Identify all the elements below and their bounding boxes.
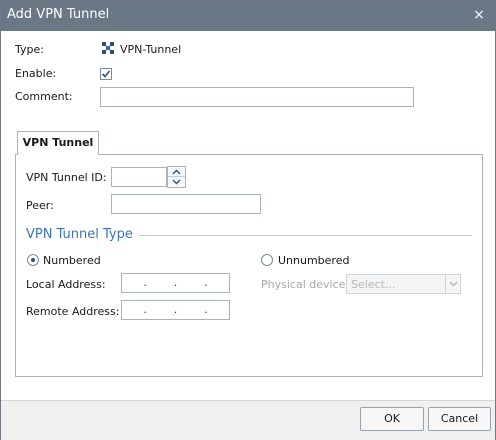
numbered-radio[interactable] xyxy=(27,254,39,266)
comment-label: Comment: xyxy=(15,90,73,103)
add-vpn-tunnel-dialog: Add VPN Tunnel × Type: VPN-Tunnel Enable… xyxy=(0,0,496,440)
chevron-up-icon[interactable] xyxy=(168,167,185,177)
close-icon[interactable]: × xyxy=(469,5,489,25)
physical-device-label: Physical device: xyxy=(261,278,350,291)
numbered-label[interactable]: Numbered xyxy=(43,254,101,267)
vpn-tunnel-id-label: VPN Tunnel ID: xyxy=(26,171,107,184)
physical-device-placeholder: Select... xyxy=(351,278,396,291)
unnumbered-label[interactable]: Unnumbered xyxy=(278,254,349,267)
enable-checkbox[interactable] xyxy=(100,68,112,80)
ip-separators: ... xyxy=(143,276,208,289)
local-address-label: Local Address: xyxy=(26,278,106,291)
chevron-down-icon xyxy=(445,275,460,293)
physical-device-select[interactable]: Select... xyxy=(346,274,461,294)
local-address-input[interactable]: ... xyxy=(121,273,230,293)
type-label: Type: xyxy=(15,43,44,56)
dialog-titlebar[interactable]: Add VPN Tunnel × xyxy=(1,1,495,31)
remote-address-input[interactable]: ... xyxy=(121,300,230,320)
remote-address-label: Remote Address: xyxy=(26,305,120,318)
vpn-tunnel-icon xyxy=(102,42,114,54)
unnumbered-radio[interactable] xyxy=(261,254,273,266)
tab-vpn-tunnel[interactable]: VPN Tunnel xyxy=(17,131,99,155)
chevron-down-icon[interactable] xyxy=(168,177,185,187)
peer-input[interactable] xyxy=(111,194,261,214)
peer-label: Peer: xyxy=(26,199,54,212)
vpn-tunnel-id-input[interactable] xyxy=(111,167,167,187)
radio-selected-dot xyxy=(31,258,35,262)
comment-input[interactable] xyxy=(100,87,414,107)
checkmark-icon xyxy=(101,70,111,78)
enable-label: Enable: xyxy=(15,67,57,80)
type-value: VPN-Tunnel xyxy=(120,43,182,56)
cancel-button[interactable]: Cancel xyxy=(428,407,491,431)
ok-button[interactable]: OK xyxy=(360,407,424,431)
vpn-tunnel-type-heading: VPN Tunnel Type xyxy=(26,227,133,242)
vpn-tunnel-id-stepper[interactable] xyxy=(167,166,186,188)
section-divider xyxy=(139,235,472,236)
ip-separators: ... xyxy=(143,303,208,316)
dialog-title: Add VPN Tunnel xyxy=(7,7,110,22)
